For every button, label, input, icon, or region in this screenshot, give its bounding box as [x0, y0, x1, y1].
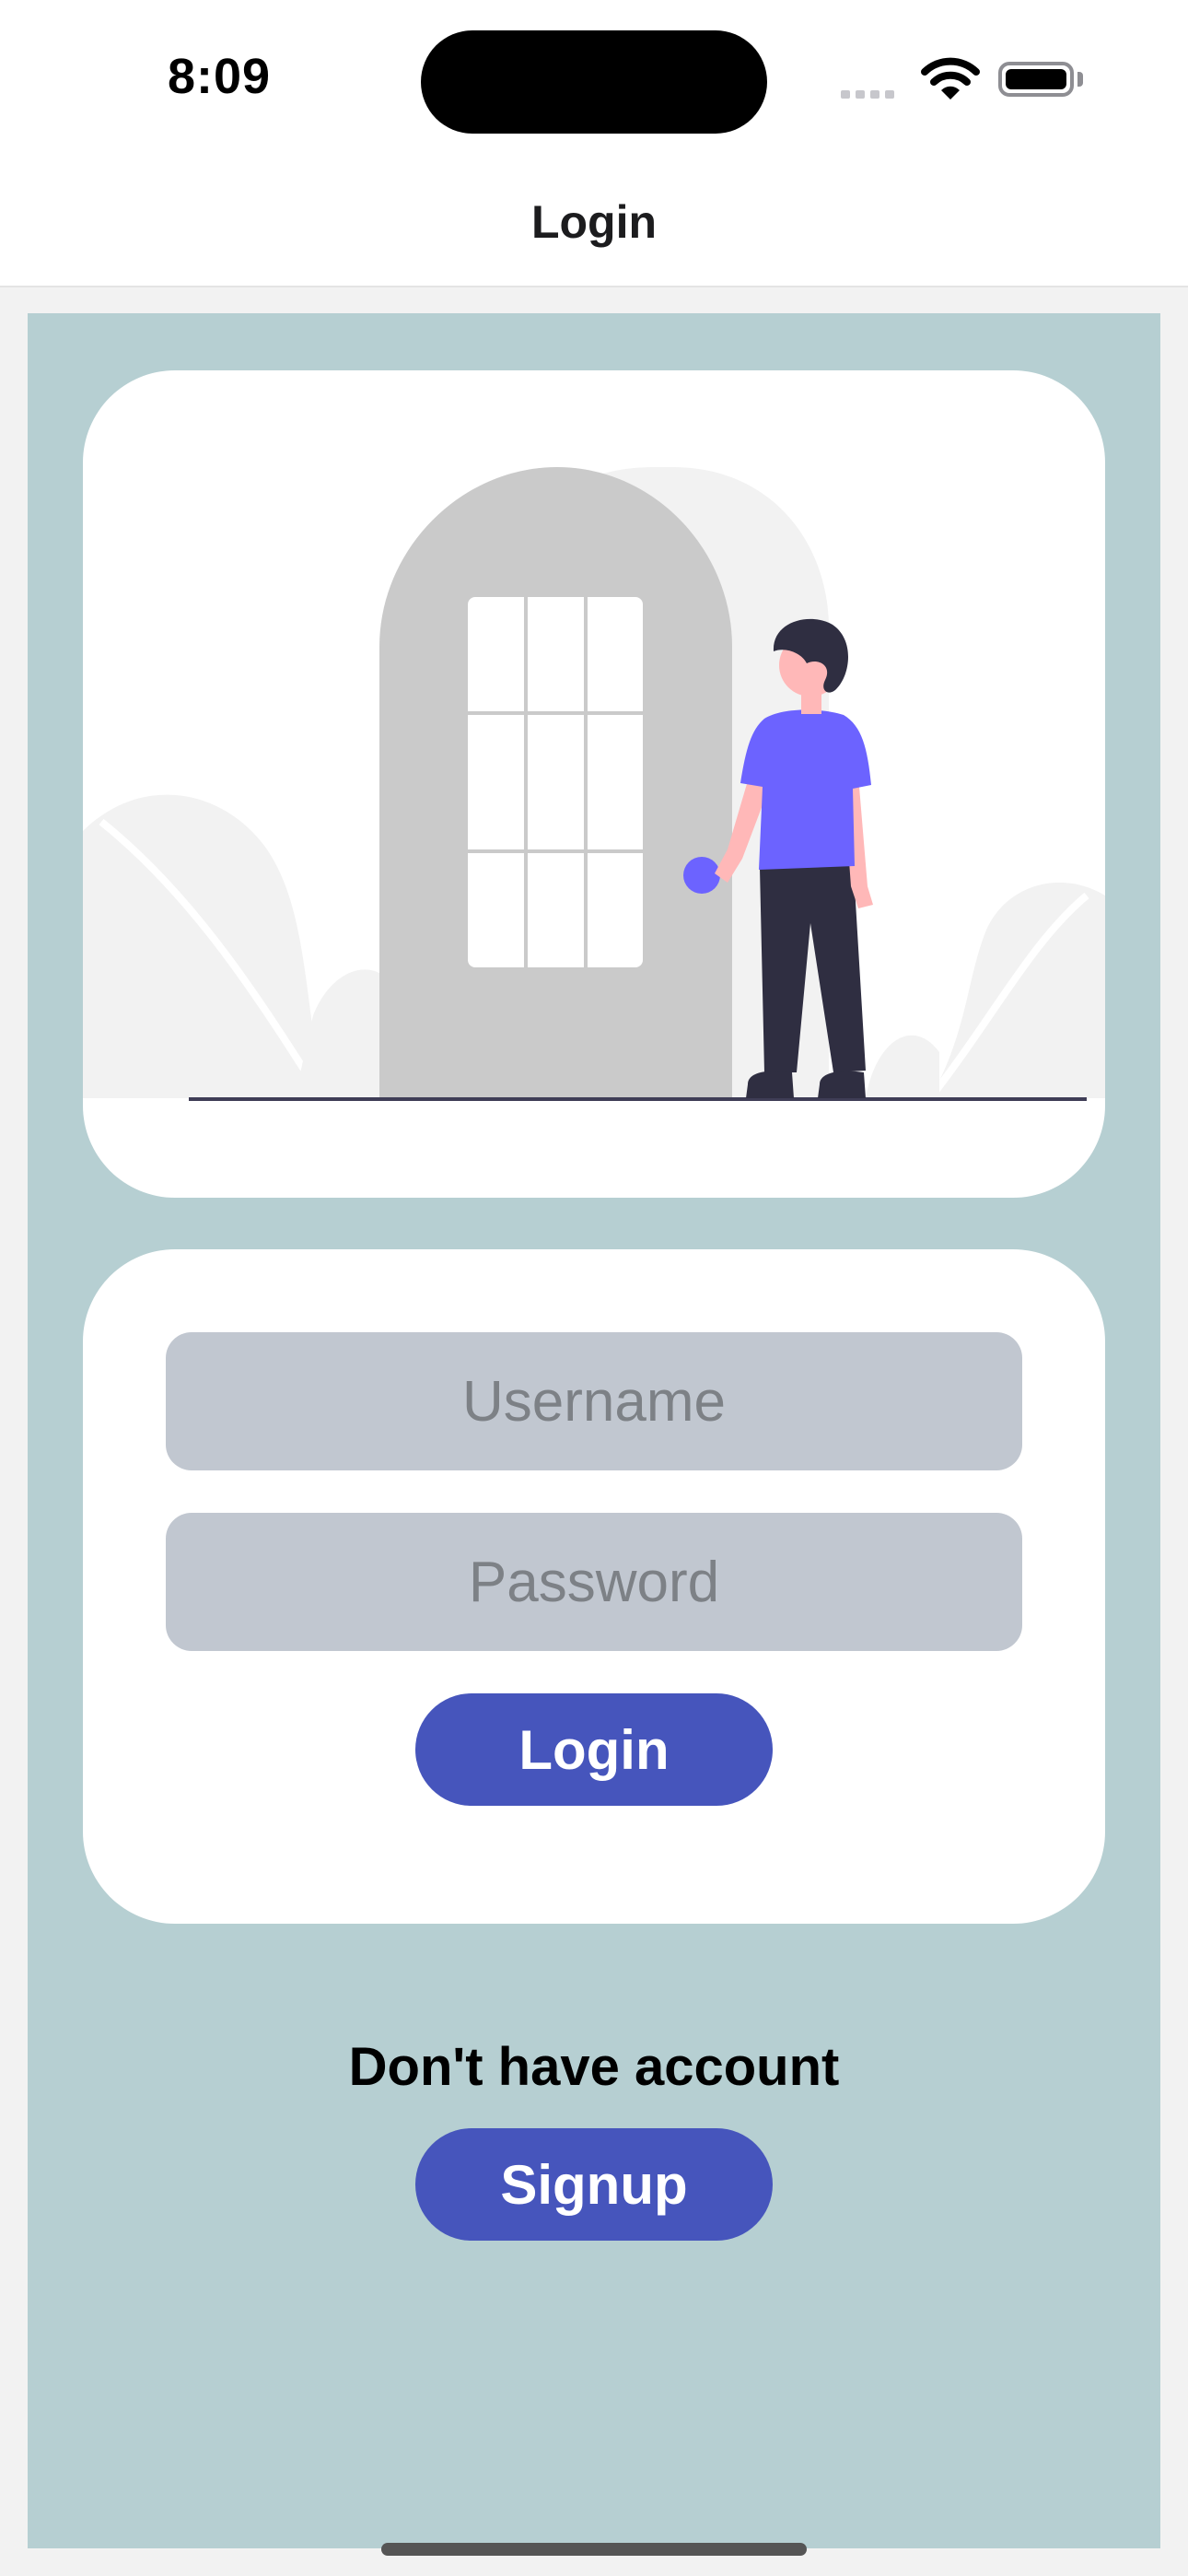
password-input[interactable]	[166, 1513, 1022, 1651]
battery-tip	[1077, 72, 1083, 87]
home-indicator[interactable]	[381, 2543, 807, 2556]
navigation-bar: Login	[0, 147, 1188, 287]
wifi-icon	[921, 57, 980, 100]
login-screen: Login Don't have account Signup	[28, 313, 1160, 2548]
dynamic-island	[421, 30, 767, 134]
illustration-card	[83, 370, 1105, 1198]
username-input[interactable]	[166, 1332, 1022, 1470]
signup-button[interactable]: Signup	[415, 2128, 773, 2241]
status-time: 8:09	[168, 49, 272, 104]
page-title: Login	[530, 196, 658, 248]
battery-icon	[998, 62, 1074, 97]
cellular-signal-icon	[841, 87, 900, 103]
login-form-card: Login	[83, 1249, 1105, 1924]
status-bar: 8:09	[0, 0, 1188, 147]
login-button[interactable]: Login	[415, 1693, 773, 1806]
no-account-text: Don't have account	[348, 2037, 840, 2097]
person-at-door-illustration	[83, 467, 1105, 1101]
